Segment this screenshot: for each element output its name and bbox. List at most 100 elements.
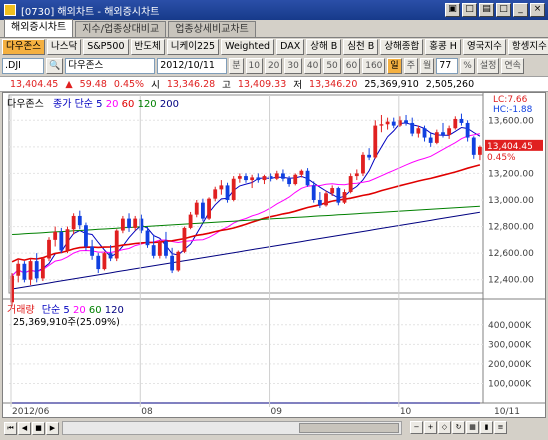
layout-button[interactable]: □ [496, 3, 511, 17]
candle-body [330, 188, 335, 194]
tab-sector-compare[interactable]: 업종상세비교차트 [168, 21, 256, 37]
menu-icon[interactable]: ≡ [494, 421, 507, 434]
candle-body [434, 132, 439, 143]
market-uk-index-button[interactable]: 영국지수 [462, 39, 506, 55]
continuous-button[interactable]: 연속 [501, 58, 524, 74]
lc-value: LC:7.66 [493, 95, 528, 105]
minimize-button[interactable]: _ [513, 3, 528, 17]
candle-body [53, 231, 58, 240]
market-buttons: 다우존스 나스닥 S&P500 반도체 니케이225 Weighted DAX … [0, 38, 548, 56]
market-semiconductor-button[interactable]: 반도체 [130, 39, 165, 55]
stop-icon[interactable]: ■ [32, 421, 45, 435]
period-50-button[interactable]: 50 [323, 58, 341, 74]
horizontal-scrollbar[interactable] [62, 421, 402, 435]
month-button[interactable]: 월 [419, 58, 435, 74]
refresh-icon[interactable]: ↻ [452, 421, 465, 434]
period-minute-button[interactable]: 분 [229, 58, 244, 74]
candle-body [237, 176, 242, 179]
candle-body [404, 120, 408, 123]
candle-body [281, 173, 285, 179]
trade-value: 2,505,260 [425, 78, 475, 90]
low-price: 13,346.20 [309, 78, 358, 90]
candle-body [84, 225, 88, 247]
day-button[interactable]: 일 [387, 58, 402, 74]
market-sp500-button[interactable]: S&P500 [83, 39, 129, 55]
period-30-button[interactable]: 30 [284, 58, 302, 74]
tab-overseas-chart[interactable]: 해외증시차트 [4, 19, 74, 37]
period-60-button[interactable]: 60 [342, 58, 361, 74]
chart-area[interactable]: 13,600.0013,400.0013,200.0013,000.0012,8… [2, 92, 546, 418]
candle-body [108, 253, 113, 259]
link-button[interactable]: ▣ [445, 3, 460, 17]
market-weighted-button[interactable]: Weighted [221, 39, 275, 55]
candle-body [127, 218, 131, 228]
current-pct-label: 0.45% [487, 153, 516, 163]
tab-index-compare[interactable]: 지수/업종상대비교 [75, 21, 167, 37]
candle-body [478, 146, 482, 155]
candle-body [361, 154, 365, 174]
price-change: 59.48 [79, 78, 107, 90]
volume-value: 25,369,910 [364, 78, 419, 90]
zoom-button[interactable]: % [460, 58, 475, 74]
next-icon[interactable]: ▶ [46, 421, 59, 435]
print-button[interactable]: ▤ [479, 3, 494, 17]
candle-body [225, 185, 230, 200]
grid-icon[interactable]: ▦ [466, 421, 479, 434]
period-160-button[interactable]: 160 [362, 58, 386, 74]
market-dax-button[interactable]: DAX [276, 39, 305, 55]
period-40-button[interactable]: 40 [303, 58, 322, 74]
candle-body [71, 215, 76, 230]
market-nikkei-button[interactable]: 니케이225 [166, 39, 220, 55]
search-icon[interactable]: 🔍 [46, 58, 64, 74]
week-button[interactable]: 주 [403, 58, 418, 74]
candle-body [59, 231, 64, 251]
candle-body [40, 258, 45, 279]
market-hangseng-button[interactable]: 항셍지수 [507, 39, 548, 55]
close-button[interactable]: × [530, 3, 545, 17]
candle-body [441, 132, 445, 135]
control-bar: .DJI 🔍 다우존스 2012/10/11 분 10 20 30 40 50 … [0, 56, 548, 76]
title-bar: [0730] 해외차트 - 해외증시차트 ▣ □ ▤ □ _ × [0, 0, 548, 20]
price-tick-label: 13,600.00 [488, 116, 534, 126]
market-shenzhen-b-button[interactable]: 심천 B [343, 39, 379, 55]
market-hongkong-h-button[interactable]: 홍콩 H [425, 39, 461, 55]
lock-icon[interactable]: ◇ [438, 421, 451, 434]
count-input[interactable]: 77 [436, 58, 459, 74]
price-change-pct: 0.45% [113, 78, 145, 90]
date-input[interactable]: 2012/10/11 [157, 58, 228, 74]
candle-body [231, 178, 236, 200]
candle-body [447, 128, 452, 135]
settings-button[interactable]: 설정 [476, 58, 500, 74]
zoom-out-icon[interactable]: − [410, 421, 423, 434]
volume-current: 25,369,910주(25.09%) [13, 317, 120, 328]
legend-ma-200: 200 [159, 99, 179, 110]
group-button[interactable]: □ [462, 3, 477, 17]
first-icon[interactable]: ⏮ [4, 421, 17, 435]
symbol-input[interactable]: .DJI [2, 58, 44, 74]
candle-body [194, 202, 199, 215]
legend-ma-60: 60 [121, 99, 135, 110]
window-title: [0730] 해외차트 - 해외증시차트 [21, 6, 160, 18]
candle-body [182, 227, 187, 252]
chart-type-icon[interactable]: ▮ [480, 421, 493, 434]
prev-icon[interactable]: ◀ [18, 421, 31, 435]
market-shanghai-b-button[interactable]: 상해 B [306, 39, 342, 55]
zoom-in-icon[interactable]: + [424, 421, 437, 434]
candle-body [287, 178, 291, 185]
candle-body [410, 122, 415, 134]
market-nasdaq-button[interactable]: 나스닥 [46, 39, 82, 55]
period-10-button[interactable]: 10 [245, 58, 263, 74]
candle-body [90, 246, 95, 256]
market-dowjones-button[interactable]: 다우존스 [2, 39, 45, 55]
price-tick-label: 12,800.00 [488, 223, 534, 233]
candle-body [219, 185, 224, 190]
market-shanghai-composite-button[interactable]: 상해종합 [380, 39, 424, 55]
price-tick-label: 13,200.00 [488, 169, 534, 179]
price-volume-chart[interactable]: 13,600.0013,400.0013,200.0013,000.0012,8… [3, 93, 545, 417]
symbol-name-field[interactable]: 다우존스 [65, 58, 156, 74]
scroll-thumb[interactable] [299, 423, 399, 433]
candle-body [22, 263, 27, 280]
candle-body [465, 122, 470, 138]
period-20-button[interactable]: 20 [264, 58, 283, 74]
candle-body [28, 261, 33, 280]
